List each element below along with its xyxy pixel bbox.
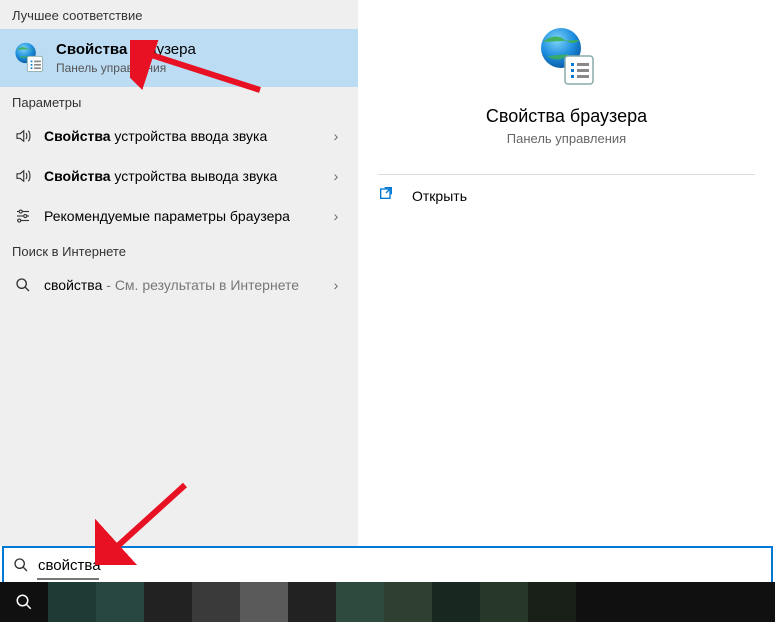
param-item-browser-settings[interactable]: Рекомендуемые параметры браузера ›: [0, 196, 358, 236]
sliders-icon: [12, 207, 34, 225]
chevron-right-icon: ›: [326, 168, 346, 184]
input-underline: [37, 578, 99, 580]
best-match-title: Свойства браузера: [56, 41, 196, 59]
taskbar-tile[interactable]: [288, 582, 336, 622]
speaker-icon: [12, 127, 34, 145]
detail-panel: Свойства браузера Панель управления Откр…: [358, 0, 775, 546]
results-panel: Лучшее соответствие: [0, 0, 358, 546]
section-parameters: Параметры: [0, 87, 358, 116]
taskbar-tile[interactable]: [336, 582, 384, 622]
taskbar-search-button[interactable]: [0, 582, 48, 622]
best-match-item[interactable]: Свойства браузера Панель управления: [0, 29, 358, 87]
param-label: Рекомендуемые параметры браузера: [44, 207, 326, 225]
param-label: Свойства устройства ввода звука: [44, 127, 326, 145]
taskbar: [0, 582, 775, 622]
taskbar-tile[interactable]: [144, 582, 192, 622]
web-search-item[interactable]: свойства - См. результаты в Интернете ›: [0, 265, 358, 305]
open-icon: [378, 185, 398, 206]
search-input[interactable]: [38, 557, 771, 574]
taskbar-tile[interactable]: [96, 582, 144, 622]
section-best-match: Лучшее соответствие: [0, 0, 358, 29]
param-item-sound-input[interactable]: Свойства устройства ввода звука ›: [0, 116, 358, 156]
taskbar-tile[interactable]: [240, 582, 288, 622]
search-icon: [4, 557, 38, 573]
chevron-right-icon: ›: [326, 128, 346, 144]
best-match-subtitle: Панель управления: [56, 61, 196, 75]
search-box[interactable]: [2, 546, 773, 584]
detail-subtitle: Панель управления: [507, 131, 626, 146]
taskbar-tile[interactable]: [192, 582, 240, 622]
taskbar-tiles: [48, 582, 775, 622]
open-label: Открыть: [412, 188, 467, 204]
search-icon: [12, 277, 34, 293]
param-item-sound-output[interactable]: Свойства устройства вывода звука ›: [0, 156, 358, 196]
section-web-search: Поиск в Интернете: [0, 236, 358, 265]
taskbar-tile[interactable]: [528, 582, 576, 622]
chevron-right-icon: ›: [326, 208, 346, 224]
detail-title: Свойства браузера: [486, 106, 647, 127]
chevron-right-icon: ›: [326, 277, 346, 293]
speaker-icon: [12, 167, 34, 185]
param-label: Свойства устройства вывода звука: [44, 167, 326, 185]
globe-settings-icon: [12, 41, 46, 75]
taskbar-tile[interactable]: [480, 582, 528, 622]
taskbar-tile[interactable]: [48, 582, 96, 622]
globe-settings-icon: [535, 26, 599, 90]
web-label: свойства - См. результаты в Интернете: [44, 276, 326, 294]
open-action[interactable]: Открыть: [358, 175, 775, 216]
taskbar-tile[interactable]: [384, 582, 432, 622]
taskbar-tile[interactable]: [432, 582, 480, 622]
